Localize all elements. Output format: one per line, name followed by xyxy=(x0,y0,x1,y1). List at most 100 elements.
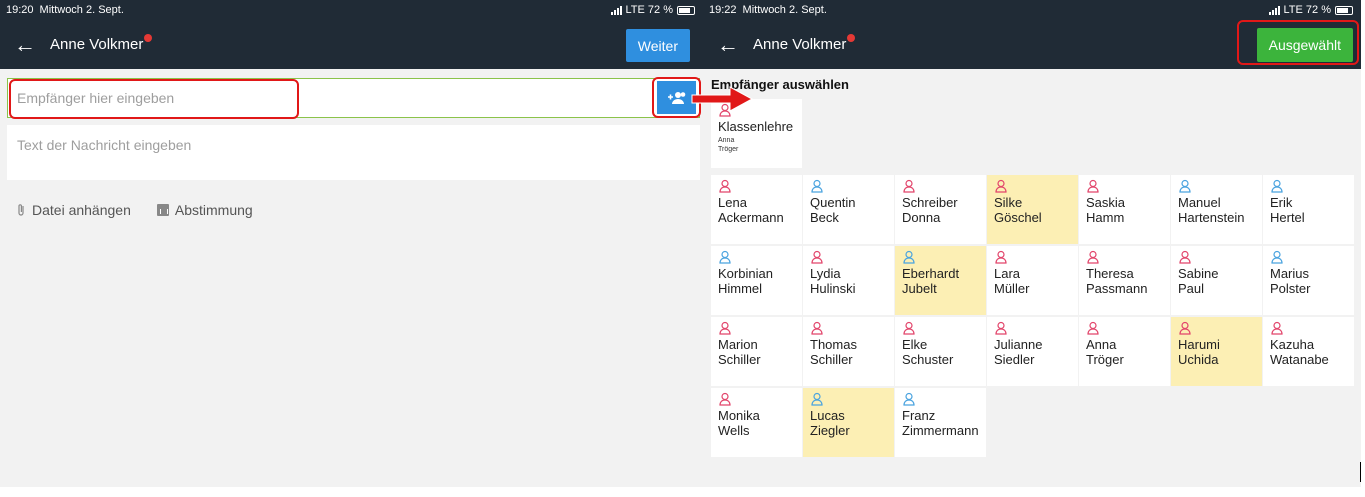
compose-screen: 19:20 Mittwoch 2. Sept. LTE 72 % ← Anne … xyxy=(0,0,703,487)
recipient-last-name: Watanabe xyxy=(1270,352,1329,367)
recipient-item[interactable]: Saskia Hamm xyxy=(1079,175,1170,244)
person-icon xyxy=(719,392,731,406)
recipient-first-name: Saskia xyxy=(1086,195,1126,210)
conversation-title: Anne Volkmer xyxy=(753,36,847,53)
recipient-item[interactable]: Elke Schuster xyxy=(895,317,986,386)
person-icon xyxy=(811,392,823,406)
recipient-item[interactable]: Marion Schiller xyxy=(711,317,802,386)
recipient-item[interactable]: Harumi Uchida xyxy=(1171,317,1262,386)
recipient-last-name: Hamm xyxy=(1086,210,1125,225)
network-label: LTE 72 % xyxy=(1283,4,1332,16)
recipient-item[interactable]: Marius Polster xyxy=(1263,246,1354,315)
weiter-button[interactable]: Weiter xyxy=(625,29,690,62)
person-icon xyxy=(1179,250,1191,264)
network-label: LTE 72 % xyxy=(625,4,674,16)
status-date: Mittwoch 2. Sept. xyxy=(742,4,827,16)
person-icon xyxy=(1271,321,1283,335)
message-input[interactable] xyxy=(17,137,617,153)
recipient-last-name: Wells xyxy=(718,423,750,438)
status-right: LTE 72 % xyxy=(610,0,695,20)
attach-file-label: Datei anhängen xyxy=(32,202,131,218)
recipient-first-name: Monika xyxy=(718,408,760,423)
arrow-left-icon[interactable]: ← xyxy=(717,33,747,56)
recipient-last-name: Siedler xyxy=(994,352,1035,367)
recipient-last-name: Hartenstein xyxy=(1178,210,1245,225)
status-right: LTE 72 % xyxy=(1268,0,1353,20)
recipient-item[interactable]: Korbinian Himmel xyxy=(711,246,802,315)
right-edge xyxy=(1361,0,1365,487)
recipient-last-name: Schuster xyxy=(902,352,954,367)
recipient-item[interactable]: Eberhardt Jubelt xyxy=(895,246,986,315)
recipient-first-name: Harumi xyxy=(1178,337,1220,352)
app-bar: ← Anne Volkmer Weiter xyxy=(0,20,703,69)
recipient-first-name: Eberhardt xyxy=(902,266,960,281)
recipient-last-name: Schiller xyxy=(810,352,853,367)
person-icon xyxy=(903,321,915,335)
recipient-first-name: Marius xyxy=(1270,266,1310,281)
recipient-item[interactable]: Manuel Hartenstein xyxy=(1171,175,1262,244)
recipient-first-name: Sabine xyxy=(1178,266,1219,281)
person-icon xyxy=(1087,321,1099,335)
person-icon xyxy=(719,321,731,335)
recipient-first-name: Korbinian xyxy=(718,266,773,281)
recipient-item[interactable]: Franz Zimmermann xyxy=(895,388,986,457)
person-icon xyxy=(1087,179,1099,193)
recipient-first-name: Lucas xyxy=(810,408,845,423)
status-time: 19:20 xyxy=(6,4,34,16)
poll-label: Abstimmung xyxy=(174,202,253,218)
recipient-item[interactable]: Lara Müller xyxy=(987,246,1078,315)
person-icon xyxy=(903,250,915,264)
recipient-first-name: Erik xyxy=(1270,195,1293,210)
attach-file-button[interactable]: Datei anhängen xyxy=(17,202,131,218)
recipient-item[interactable]: Lucas Ziegler xyxy=(803,388,894,457)
person-icon xyxy=(1087,250,1099,264)
recipient-last-name: Himmel xyxy=(718,281,763,296)
status-bar: 19:20 Mittwoch 2. Sept. LTE 72 % xyxy=(0,0,703,20)
recipient-last-name: Polster xyxy=(1270,281,1311,296)
recipient-item[interactable]: Monika Wells xyxy=(711,388,802,457)
status-bar: 19:22 Mittwoch 2. Sept. LTE 72 % xyxy=(703,0,1361,20)
recipient-last-name: Ziegler xyxy=(810,423,850,438)
recipient-item[interactable]: Thomas Schiller xyxy=(803,317,894,386)
recipient-last-name: Göschel xyxy=(994,210,1042,225)
app-bar: ← Anne Volkmer Ausgewählt xyxy=(703,20,1361,69)
recipient-last-name: Müller xyxy=(994,281,1030,296)
recipient-first-name: Theresa xyxy=(1086,266,1134,281)
recipient-item[interactable]: Sabine Paul xyxy=(1171,246,1262,315)
recipient-item[interactable]: Lydia Hulinski xyxy=(803,246,894,315)
status-date: Mittwoch 2. Sept. xyxy=(39,4,124,16)
person-icon xyxy=(1271,179,1283,193)
recipient-last-name: Schiller xyxy=(718,352,761,367)
person-icon xyxy=(1179,321,1191,335)
recipient-last-name: Zimmermann xyxy=(902,423,979,438)
text-cursor xyxy=(1360,462,1361,482)
poll-icon xyxy=(156,204,169,216)
recipient-last-name: Uchida xyxy=(1178,352,1219,367)
recipient-select-screen: 19:22 Mittwoch 2. Sept. LTE 72 % ← Anne … xyxy=(703,0,1361,487)
recipient-item[interactable]: Anna Tröger xyxy=(1079,317,1170,386)
recipient-first-name: Elke xyxy=(902,337,928,352)
status-dot-icon xyxy=(847,33,856,42)
person-icon xyxy=(995,321,1007,335)
poll-button[interactable]: Abstimmung xyxy=(156,202,253,218)
recipient-item[interactable]: Erik Hertel xyxy=(1263,175,1354,244)
highlight-selected-button xyxy=(1237,20,1359,65)
recipient-last-name: Hertel xyxy=(1270,210,1305,225)
recipient-first-name: Manuel xyxy=(1178,195,1221,210)
recipient-first-name: Thomas xyxy=(810,337,857,352)
attachment-row: Datei anhängen Abstimmung xyxy=(17,202,253,218)
recipient-first-name: Kazuha xyxy=(1270,337,1315,352)
recipient-item[interactable]: Kazuha Watanabe xyxy=(1263,317,1354,386)
status-time: 19:22 xyxy=(709,4,737,16)
recipient-last-name: Jubelt xyxy=(902,281,937,296)
recipient-last-name: Tröger xyxy=(1086,352,1124,367)
arrow-left-icon[interactable]: ← xyxy=(14,33,44,56)
recipient-first-name: Lydia xyxy=(810,266,841,281)
signal-icon xyxy=(610,5,622,15)
recipient-first-name: Franz xyxy=(902,408,936,423)
recipient-item[interactable]: Theresa Passmann xyxy=(1079,246,1170,315)
recipient-item[interactable]: Julianne Siedler xyxy=(987,317,1078,386)
status-dot-icon xyxy=(144,33,153,42)
recipient-last-name: Paul xyxy=(1178,281,1205,296)
recipient-first-name: Lara xyxy=(994,266,1021,281)
